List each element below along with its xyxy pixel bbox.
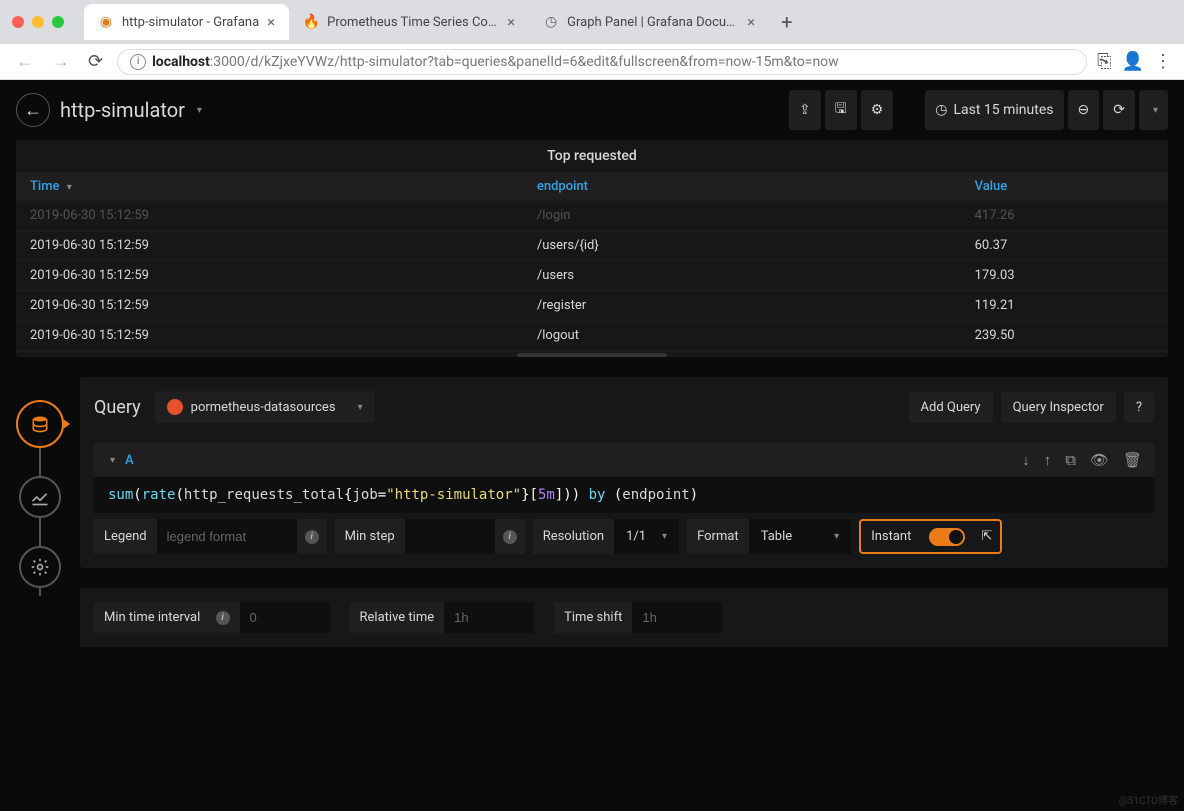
- tab-title: Graph Panel | Grafana Docume: [567, 15, 739, 30]
- legend-input[interactable]: [157, 519, 297, 554]
- browser-tab-strip: ◉ http-simulator - Grafana × 🔥 Prometheu…: [0, 0, 1184, 44]
- url-host: localhost: [152, 54, 210, 70]
- format-select[interactable]: Table▾: [749, 519, 852, 554]
- tab-title: http-simulator - Grafana: [122, 15, 259, 30]
- dashboard-title: http-simulator: [60, 98, 185, 122]
- relative-time-input[interactable]: [444, 602, 534, 633]
- dashboard-title-dropdown[interactable]: http-simulator ▾: [60, 98, 202, 122]
- panel-resize-handle[interactable]: [517, 353, 667, 357]
- browser-tab-3[interactable]: ◷ Graph Panel | Grafana Docume ×: [529, 4, 769, 40]
- query-inspector-button[interactable]: Query Inspector: [1001, 392, 1116, 423]
- min-interval-label: Min time interval i: [94, 602, 240, 633]
- info-icon[interactable]: i: [503, 530, 517, 544]
- refresh-interval-dropdown[interactable]: ▾: [1139, 90, 1168, 130]
- info-icon[interactable]: i: [305, 530, 319, 544]
- datasource-name: pormetheus-datasources: [191, 400, 336, 415]
- minstep-label: Min step: [335, 519, 405, 554]
- move-down-icon[interactable]: ↓: [1022, 451, 1030, 469]
- visualization-tab-button[interactable]: [19, 476, 61, 518]
- panel-title: Top requested: [16, 140, 1168, 172]
- time-range-text: Last 15 minutes: [953, 102, 1053, 118]
- prometheus-icon: [167, 399, 183, 415]
- info-icon[interactable]: i: [216, 611, 230, 625]
- close-tab-icon[interactable]: ×: [267, 13, 275, 31]
- table-row[interactable]: 2019-06-30 15:12:59/logout239.50: [16, 321, 1168, 351]
- maximize-window-button[interactable]: [52, 16, 64, 28]
- tab-title: Prometheus Time Series Colle: [327, 15, 499, 30]
- window-controls: [12, 16, 64, 28]
- add-query-button[interactable]: Add Query: [909, 392, 993, 423]
- query-editor-panel: Query pormetheus-datasources ▾ Add Query…: [80, 377, 1168, 568]
- general-tab-button[interactable]: [19, 546, 61, 588]
- legend-label: Legend: [94, 519, 157, 554]
- reload-button[interactable]: ⟳: [84, 47, 107, 76]
- save-button[interactable]: 🖫: [825, 90, 857, 130]
- query-section-title: Query: [94, 397, 141, 418]
- close-tab-icon[interactable]: ×: [507, 13, 515, 31]
- chevron-down-icon: ▾: [197, 105, 202, 116]
- watermark: @51CTO博客: [1119, 792, 1178, 807]
- clock-icon: ◷: [935, 102, 947, 118]
- time-shift-input[interactable]: [632, 602, 722, 633]
- url-field[interactable]: i localhost:3000/d/kZjxeYVWz/http-simula…: [117, 49, 1087, 75]
- collapse-query-icon[interactable]: ▾: [110, 455, 115, 466]
- query-row-a: ▾ A ↓ ↑ ⧉ 👁 🗑 sum(rate(http_requests_tot…: [94, 443, 1154, 554]
- time-range-picker[interactable]: ◷ Last 15 minutes: [925, 90, 1063, 130]
- query-help-button[interactable]: ?: [1124, 392, 1154, 423]
- translate-icon[interactable]: ⎘: [1097, 51, 1111, 72]
- table-row[interactable]: 2019-06-30 15:12:59/login417.26: [16, 201, 1168, 231]
- toggle-visibility-icon[interactable]: 👁: [1090, 451, 1109, 469]
- format-label: Format: [687, 519, 749, 554]
- datasource-picker[interactable]: pormetheus-datasources ▾: [155, 391, 375, 423]
- resolution-label: Resolution: [533, 519, 614, 554]
- browser-tab-2[interactable]: 🔥 Prometheus Time Series Colle ×: [289, 4, 529, 40]
- col-value[interactable]: Value: [961, 172, 1168, 201]
- table-row[interactable]: 2019-06-30 15:12:59/users/{id}60.37: [16, 231, 1168, 261]
- data-table: Time ▾ endpoint Value 2019-06-30 15:12:5…: [16, 172, 1168, 351]
- grafana-favicon: ◉: [98, 14, 114, 30]
- table-panel: Top requested Time ▾ endpoint Value 2019…: [16, 140, 1168, 357]
- edit-nav-rail: [16, 400, 64, 616]
- time-options-panel: Min time interval i Relative time Time s…: [80, 588, 1168, 647]
- share-button[interactable]: ⇪: [789, 90, 821, 130]
- time-shift-label: Time shift: [554, 602, 632, 633]
- menu-icon[interactable]: ⋮: [1154, 51, 1172, 72]
- minimize-window-button[interactable]: [32, 16, 44, 28]
- url-path: :3000/d/kZjxeYVWz/http-simulator?tab=que…: [210, 54, 839, 70]
- forward-button[interactable]: →: [48, 47, 74, 76]
- external-link-icon[interactable]: ⇱: [981, 529, 992, 544]
- duplicate-query-icon[interactable]: ⧉: [1065, 451, 1076, 469]
- zoom-out-button[interactable]: ⊖: [1068, 90, 1100, 130]
- browser-tab-1[interactable]: ◉ http-simulator - Grafana ×: [84, 4, 289, 40]
- settings-button[interactable]: ⚙: [861, 90, 894, 130]
- doc-favicon: ◷: [543, 14, 559, 30]
- back-button[interactable]: ←: [12, 47, 38, 76]
- address-bar: ← → ⟳ i localhost:3000/d/kZjxeYVWz/http-…: [0, 44, 1184, 80]
- relative-time-label: Relative time: [350, 602, 445, 633]
- account-icon[interactable]: 👤: [1122, 51, 1144, 72]
- close-tab-icon[interactable]: ×: [747, 13, 755, 31]
- site-info-icon[interactable]: i: [130, 54, 146, 70]
- close-window-button[interactable]: [12, 16, 24, 28]
- resolution-select[interactable]: 1/1▾: [614, 519, 679, 554]
- queries-tab-button[interactable]: [16, 400, 64, 448]
- back-to-dashboard-button[interactable]: ←: [16, 93, 50, 127]
- query-expression-input[interactable]: sum(rate(http_requests_total{job="http-s…: [94, 477, 1154, 513]
- min-interval-input[interactable]: [240, 602, 330, 633]
- new-tab-button[interactable]: +: [769, 10, 804, 34]
- instant-toggle[interactable]: [929, 528, 965, 546]
- minstep-input[interactable]: [405, 519, 495, 554]
- query-letter: A: [125, 453, 134, 468]
- grafana-header: ← http-simulator ▾ ⇪ 🖫 ⚙ ◷ Last 15 minut…: [0, 80, 1184, 140]
- chevron-down-icon: ▾: [358, 402, 363, 413]
- col-endpoint[interactable]: endpoint: [523, 172, 961, 201]
- instant-label: Instant: [861, 521, 921, 552]
- table-row[interactable]: 2019-06-30 15:12:59/register119.21: [16, 291, 1168, 321]
- prometheus-favicon: 🔥: [303, 14, 319, 30]
- move-up-icon[interactable]: ↑: [1044, 451, 1052, 469]
- table-row[interactable]: 2019-06-30 15:12:59/users179.03: [16, 261, 1168, 291]
- col-time[interactable]: Time ▾: [16, 172, 523, 201]
- refresh-button[interactable]: ⟳: [1103, 90, 1135, 130]
- delete-query-icon[interactable]: 🗑: [1123, 451, 1142, 469]
